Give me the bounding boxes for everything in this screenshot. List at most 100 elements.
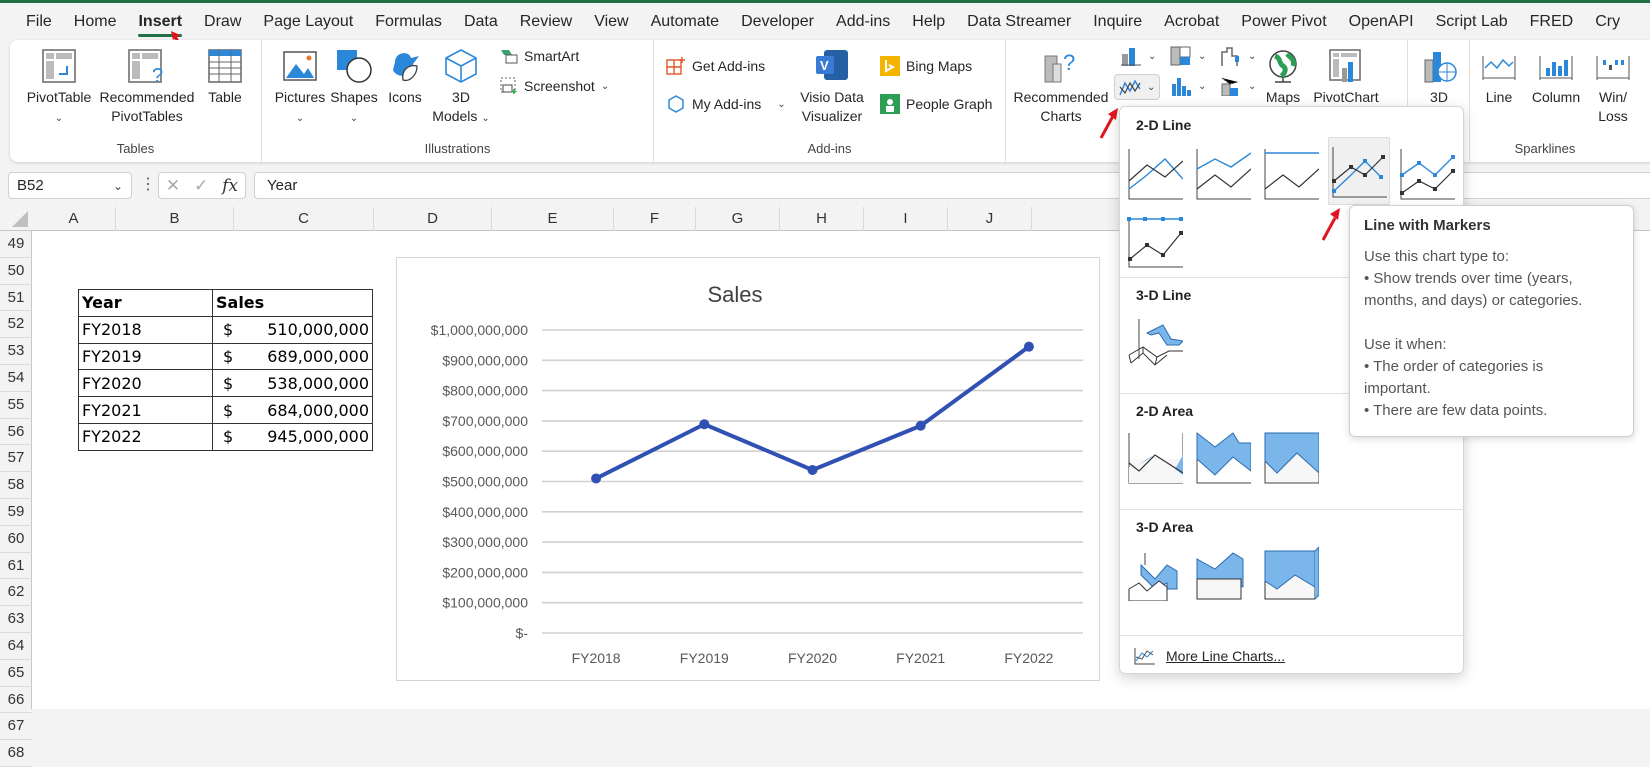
gallery-stacked-line-with-markers[interactable]: [1396, 141, 1458, 205]
row-header[interactable]: 59: [0, 499, 32, 526]
tab-fred[interactable]: FRED: [1530, 13, 1574, 31]
sparkline-column-button[interactable]: Column: [1526, 48, 1586, 107]
insert-function-icon[interactable]: fx: [222, 176, 238, 196]
tab-power-pivot[interactable]: Power Pivot: [1241, 13, 1326, 31]
tab-page-layout[interactable]: Page Layout: [263, 13, 353, 31]
select-all-button[interactable]: [0, 207, 32, 231]
get-add-ins-button[interactable]: Get Add-ins: [666, 56, 765, 76]
insert-waterfall-chart-button[interactable]: ⌄: [1220, 46, 1256, 66]
tab-automate[interactable]: Automate: [651, 13, 719, 31]
more-options-icon[interactable]: ⋮: [140, 174, 156, 194]
tab-inquire[interactable]: Inquire: [1093, 13, 1142, 31]
header-sales[interactable]: Sales: [212, 289, 373, 317]
cell-sales[interactable]: $538,000,000: [212, 369, 373, 398]
name-box[interactable]: B52 ⌄: [8, 172, 132, 199]
row-header[interactable]: 68: [0, 740, 32, 767]
cell-year[interactable]: FY2020: [78, 369, 213, 398]
row-header[interactable]: 50: [0, 258, 32, 285]
tab-view[interactable]: View: [594, 13, 628, 31]
tab-script-lab[interactable]: Script Lab: [1436, 13, 1508, 31]
row-header[interactable]: 53: [0, 338, 32, 365]
pivottable-button[interactable]: PivotTable ⌄: [24, 48, 94, 128]
sales-chart[interactable]: Sales $- $100,000,000 $200,000,000 $300,000,…: [396, 257, 1100, 681]
gallery-3d-stacked-area[interactable]: [1192, 541, 1254, 605]
tab-openapi[interactable]: OpenAPI: [1349, 13, 1414, 31]
row-header[interactable]: 49: [0, 231, 32, 258]
tab-file[interactable]: File: [26, 13, 52, 31]
insert-hierarchy-chart-button[interactable]: ⌄: [1170, 46, 1206, 66]
gallery-line-with-markers[interactable]: [1328, 137, 1390, 205]
gallery-100-stacked-line-with-markers[interactable]: [1124, 209, 1186, 273]
row-header[interactable]: 60: [0, 526, 32, 553]
table-button[interactable]: Table: [200, 48, 250, 107]
insert-statistic-chart-button[interactable]: ⌄: [1170, 76, 1206, 96]
sparkline-winloss-button[interactable]: Win/Loss: [1588, 48, 1638, 126]
gallery-area[interactable]: [1124, 425, 1186, 489]
column-header-b[interactable]: B: [116, 207, 234, 231]
gallery-stacked-line[interactable]: [1192, 141, 1254, 205]
tab-data[interactable]: Data: [464, 13, 498, 31]
row-header[interactable]: 64: [0, 633, 32, 660]
tab-draw[interactable]: Draw: [204, 13, 241, 31]
row-header[interactable]: 54: [0, 365, 32, 392]
row-header[interactable]: 57: [0, 445, 32, 473]
my-add-ins-button[interactable]: My Add-ins ⌄: [666, 94, 786, 114]
tab-help[interactable]: Help: [912, 13, 945, 31]
gallery-3d-area[interactable]: [1124, 541, 1186, 605]
tab-review[interactable]: Review: [520, 13, 572, 31]
column-header-f[interactable]: F: [614, 207, 696, 231]
column-header-c[interactable]: C: [234, 207, 374, 231]
row-header[interactable]: 67: [0, 713, 32, 741]
row-header[interactable]: 63: [0, 606, 32, 633]
icons-button[interactable]: Icons: [382, 48, 428, 107]
column-header-h[interactable]: H: [780, 207, 864, 231]
screenshot-button[interactable]: Screenshot ⌄: [500, 77, 609, 95]
cell-year[interactable]: FY2018: [78, 315, 213, 344]
row-header[interactable]: 65: [0, 660, 32, 687]
cell-sales[interactable]: $510,000,000: [212, 315, 373, 344]
tab-cry[interactable]: Cry: [1595, 13, 1620, 31]
gallery-100-stacked-area[interactable]: [1260, 425, 1322, 489]
gallery-3d-line[interactable]: [1124, 311, 1186, 375]
row-header[interactable]: 56: [0, 419, 32, 446]
cell-year[interactable]: FY2021: [78, 396, 213, 424]
cell-sales[interactable]: $684,000,000: [212, 396, 373, 424]
recommended-charts-button[interactable]: ? Recommended Charts: [1012, 48, 1110, 126]
column-header-d[interactable]: D: [374, 207, 492, 231]
column-header-i[interactable]: I: [864, 207, 948, 231]
column-header-a[interactable]: A: [32, 207, 116, 231]
bing-maps-button[interactable]: Bing Maps: [880, 56, 972, 76]
recommended-pivottables-button[interactable]: ? Recommended PivotTables: [96, 48, 198, 126]
row-header[interactable]: 58: [0, 472, 32, 499]
column-header-j[interactable]: J: [948, 207, 1032, 231]
gallery-stacked-area[interactable]: [1192, 425, 1254, 489]
maps-button[interactable]: Maps: [1260, 48, 1306, 107]
3d-map-button[interactable]: 3D: [1414, 48, 1464, 107]
people-graph-button[interactable]: People Graph: [880, 94, 992, 114]
row-header[interactable]: 61: [0, 553, 32, 580]
tab-acrobat[interactable]: Acrobat: [1164, 13, 1219, 31]
tab-formulas[interactable]: Formulas: [375, 13, 442, 31]
visio-data-visualizer-button[interactable]: V Visio Data Visualizer: [794, 48, 870, 126]
tab-insert[interactable]: Insert: [138, 13, 182, 37]
gallery-3d-100-stacked-area[interactable]: [1260, 541, 1322, 605]
smartart-button[interactable]: SmartArt: [500, 48, 579, 64]
row-header[interactable]: 66: [0, 687, 32, 714]
column-header-g[interactable]: G: [696, 207, 780, 231]
pictures-button[interactable]: Pictures ⌄: [274, 48, 326, 128]
insert-line-chart-button[interactable]: ⌄: [1114, 74, 1161, 100]
tab-add-ins[interactable]: Add-ins: [836, 13, 890, 31]
shapes-button[interactable]: Shapes ⌄: [328, 48, 380, 128]
cell-year[interactable]: FY2019: [78, 342, 213, 371]
row-header[interactable]: 52: [0, 311, 32, 339]
gallery-100-stacked-line[interactable]: [1260, 141, 1322, 205]
enter-icon[interactable]: ✓: [194, 176, 208, 196]
row-header[interactable]: 55: [0, 392, 32, 419]
cell-sales[interactable]: $945,000,000: [212, 422, 373, 451]
insert-column-chart-button[interactable]: ⌄: [1120, 46, 1156, 66]
tab-developer[interactable]: Developer: [741, 13, 814, 31]
pivotchart-button[interactable]: PivotChart: [1308, 48, 1384, 107]
3d-models-button[interactable]: 3D Models ⌄: [430, 48, 492, 128]
row-header[interactable]: 62: [0, 579, 32, 607]
header-year[interactable]: Year: [78, 289, 213, 317]
